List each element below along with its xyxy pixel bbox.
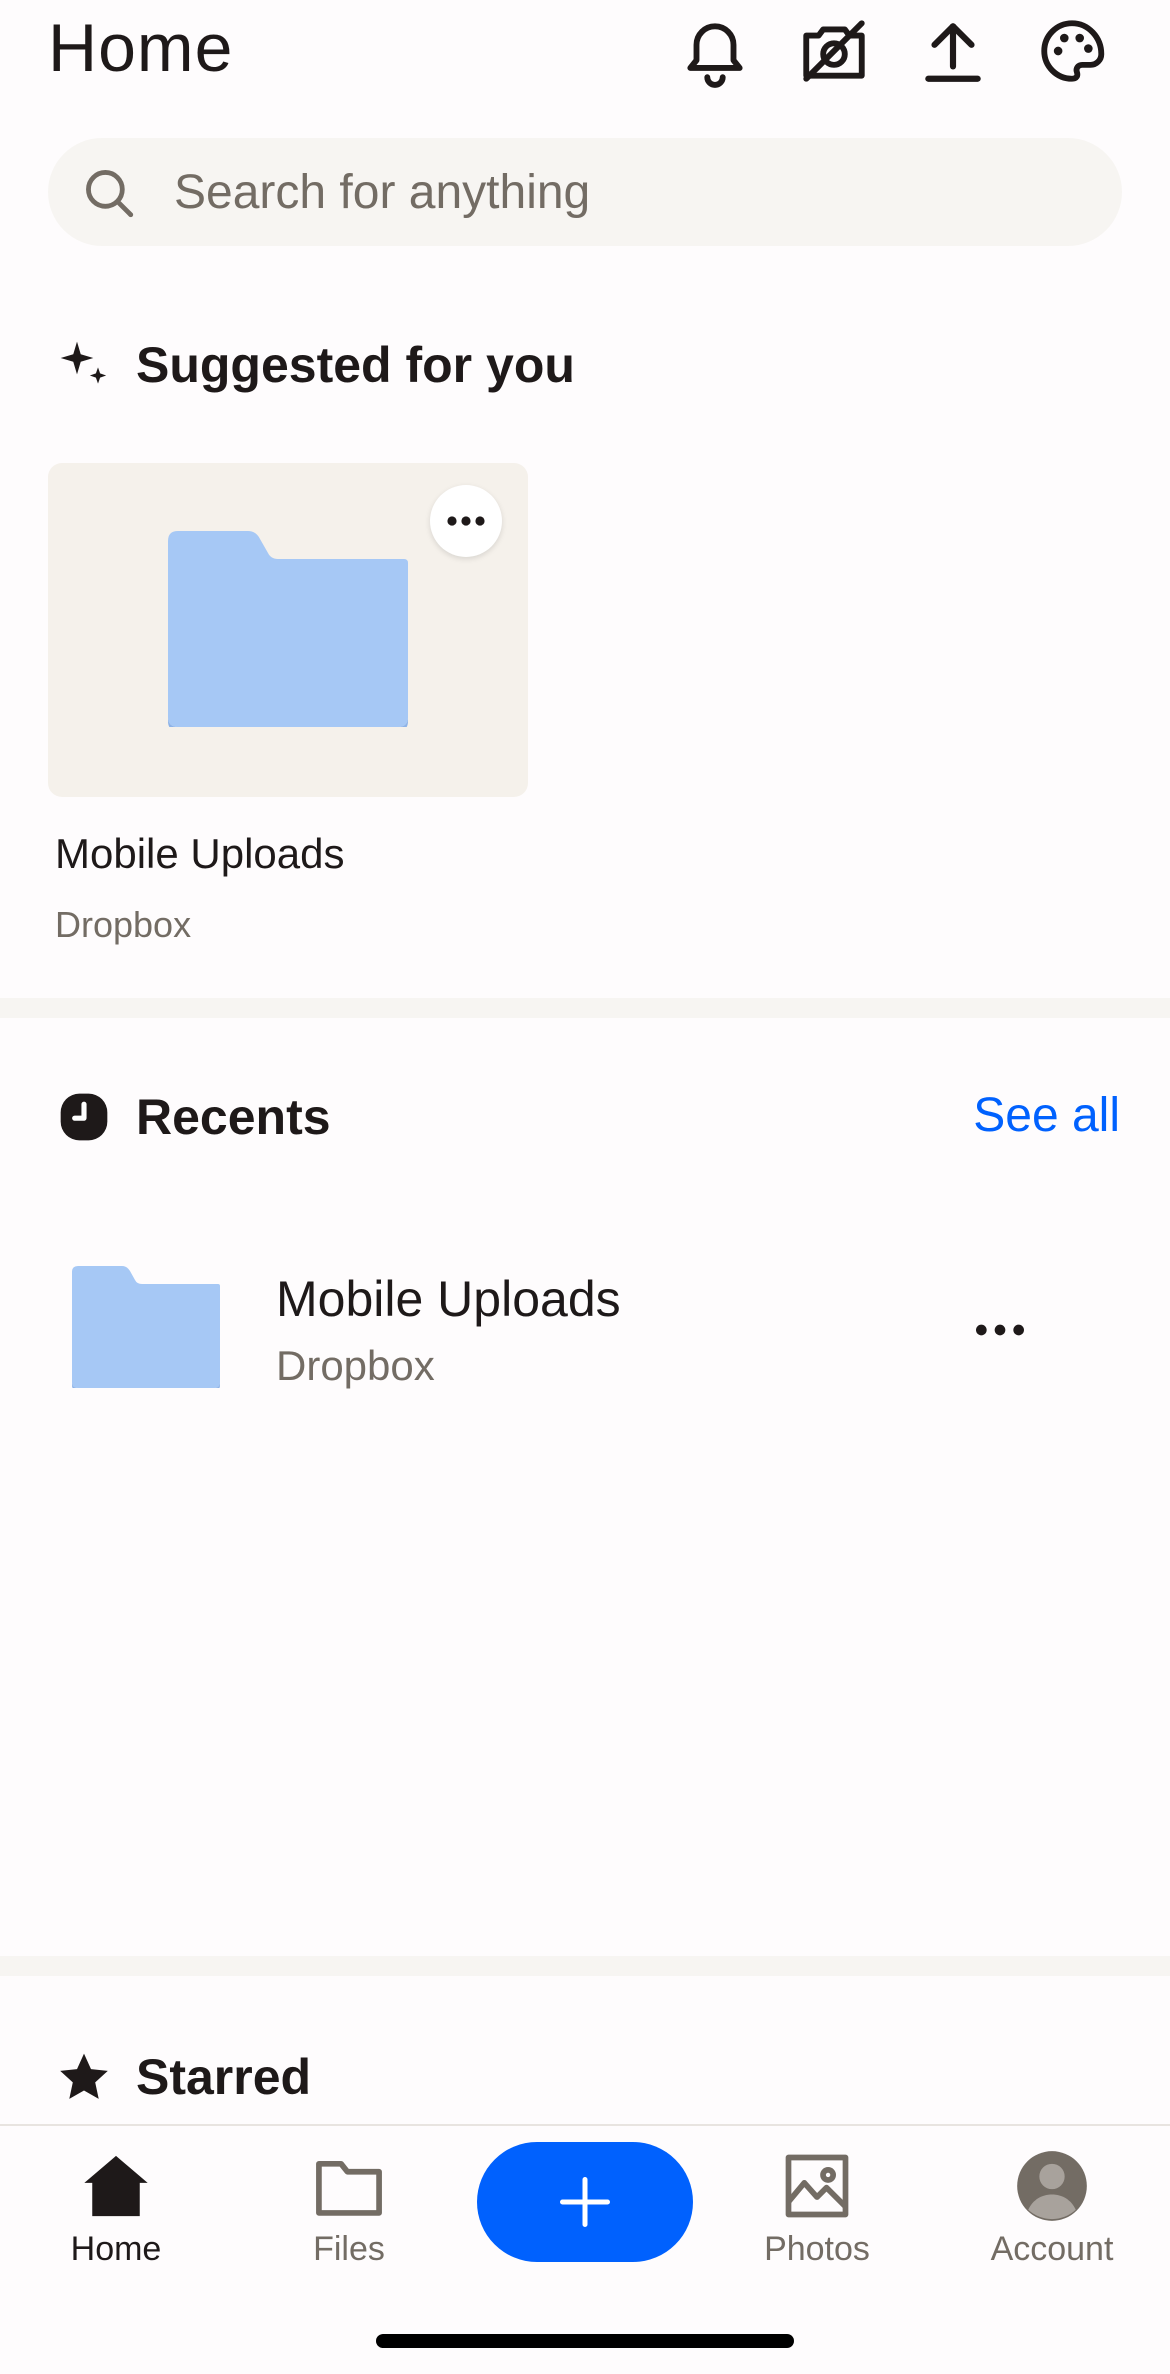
folder-icon (168, 531, 408, 727)
nav-home[interactable]: Home (16, 2148, 216, 2268)
avatar-icon (1017, 2151, 1087, 2221)
upload-icon[interactable] (916, 14, 990, 88)
palette-icon[interactable] (1035, 14, 1109, 88)
suggested-card-mobile-uploads[interactable] (48, 463, 528, 797)
clock-icon (56, 1089, 112, 1145)
see-all-link[interactable]: See all (973, 1088, 1120, 1143)
nav-account-label: Account (990, 2230, 1114, 2268)
search-icon (86, 170, 134, 218)
plus-icon (560, 2177, 610, 2227)
section-divider (0, 1956, 1170, 1976)
nav-home-label: Home (70, 2230, 162, 2268)
recent-more-button[interactable] (968, 1298, 1032, 1362)
starred-heading: Starred (56, 2048, 311, 2106)
sparkle-icon (56, 337, 112, 393)
recent-item-location: Dropbox (276, 1342, 435, 1389)
recents-title: Recents (136, 1089, 331, 1145)
page-title: Home (48, 10, 234, 86)
section-divider (0, 998, 1170, 1018)
folder-icon (72, 1266, 220, 1388)
star-icon (56, 2049, 112, 2105)
nav-photos[interactable]: Photos (717, 2148, 917, 2268)
nav-account[interactable]: Account (952, 2148, 1152, 2268)
search-bar[interactable] (48, 138, 1122, 246)
app-header: Home (0, 0, 1170, 110)
image-icon (785, 2154, 849, 2218)
nav-files[interactable]: Files (249, 2148, 449, 2268)
nav-files-label: Files (313, 2230, 385, 2268)
recents-heading: Recents (56, 1088, 331, 1146)
suggested-heading: Suggested for you (56, 336, 575, 394)
folder-outline-icon (316, 2160, 382, 2216)
suggested-item-location: Dropbox (55, 904, 192, 945)
bell-icon[interactable] (678, 14, 752, 88)
suggested-more-button[interactable] (430, 485, 502, 557)
camera-off-icon[interactable] (797, 14, 871, 88)
suggested-title: Suggested for you (136, 337, 575, 393)
starred-title: Starred (136, 2049, 312, 2105)
home-icon (84, 2155, 148, 2217)
more-horizontal-icon (447, 516, 485, 526)
create-button[interactable] (477, 2142, 693, 2262)
recent-item-name: Mobile Uploads (276, 1271, 621, 1327)
more-horizontal-icon (976, 1324, 1024, 1336)
nav-photos-label: Photos (764, 2230, 870, 2268)
home-indicator (376, 2334, 794, 2348)
search-input[interactable] (172, 138, 1072, 246)
list-item[interactable]: Mobile Uploads Dropbox (0, 1230, 1170, 1400)
suggested-item-name[interactable]: Mobile Uploads (55, 830, 345, 878)
